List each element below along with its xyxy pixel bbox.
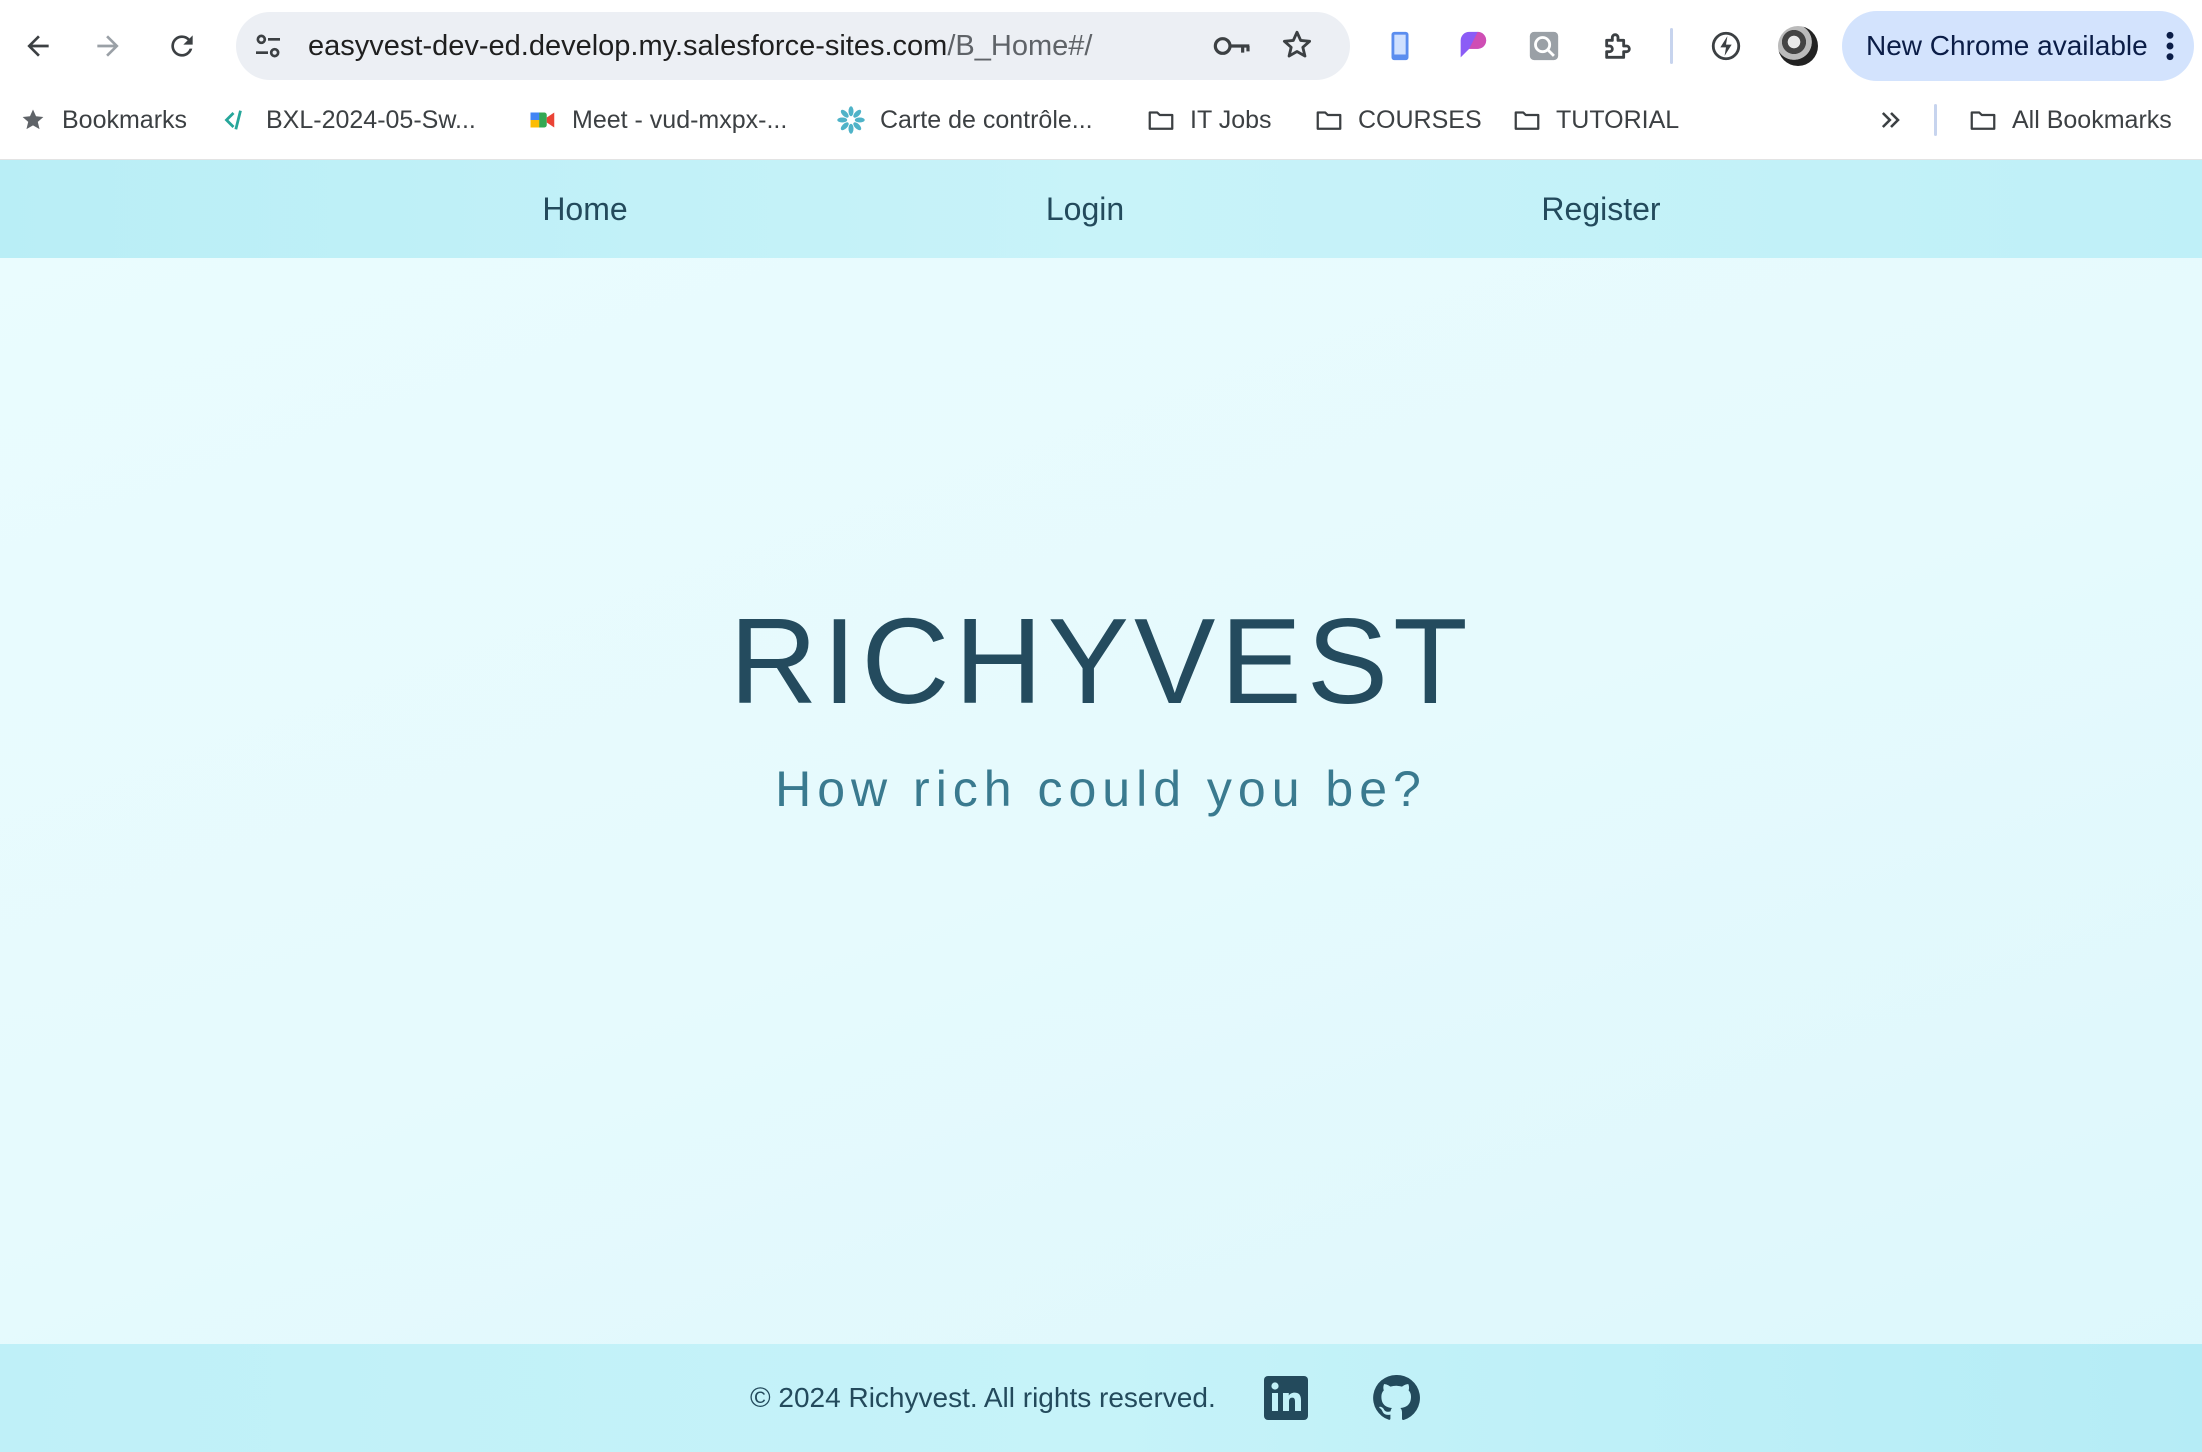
site-nav: Home Login Register <box>0 160 2202 258</box>
bookmark-label: IT Jobs <box>1190 105 1272 134</box>
puzzle-icon[interactable] <box>1596 24 1640 68</box>
bookmark-item-bookmarks[interactable]: Bookmarks <box>18 92 187 148</box>
profile-avatar[interactable] <box>1778 26 1818 66</box>
purple-extension-icon[interactable] <box>1450 24 1494 68</box>
page-content: Home Login Register RICHYVEST How rich c… <box>0 160 2202 1452</box>
hero-title: RICHYVEST <box>729 593 1473 729</box>
bookmark-label: TUTORIAL <box>1556 105 1680 134</box>
bookmark-label: BXL-2024-05-Sw... <box>266 105 476 134</box>
address-bar[interactable]: easyvest-dev-ed.develop.my.salesforce-si… <box>236 12 1350 80</box>
bookmark-label: COURSES <box>1358 105 1482 134</box>
back-button[interactable] <box>14 22 62 70</box>
footer-copyright: © 2024 Richyvest. All rights reserved. <box>750 1382 1216 1413</box>
chrome-update-button[interactable]: New Chrome available <box>1842 11 2194 81</box>
url-path: /B_Home#/ <box>947 30 1093 62</box>
folder-icon <box>1512 105 1542 135</box>
search-extension-icon[interactable] <box>1522 24 1566 68</box>
bookmarks-divider <box>1934 104 1937 136</box>
url-text[interactable]: easyvest-dev-ed.develop.my.salesforce-si… <box>308 12 1092 80</box>
bookmark-label: Bookmarks <box>62 105 188 134</box>
arrow-right-icon <box>97 35 119 57</box>
nav-link-register[interactable]: Register <box>1541 160 1660 258</box>
bookmarks-overflow-button[interactable] <box>1876 92 1920 148</box>
bookmark-folder-courses[interactable]: COURSES <box>1314 92 1482 148</box>
reload-icon <box>171 35 193 57</box>
nav-link-home[interactable]: Home <box>542 160 627 258</box>
hero-subtitle: How rich could you be? <box>775 761 1427 817</box>
github-icon[interactable] <box>1372 1374 1420 1422</box>
bookmark-item-bxl[interactable]: BXL-2024-05-Sw... <box>222 92 476 148</box>
folder-icon <box>1314 105 1344 135</box>
arrow-left-icon <box>27 35 49 57</box>
browser-toolbar: easyvest-dev-ed.develop.my.salesforce-si… <box>0 0 2202 92</box>
folder-icon <box>1146 105 1176 135</box>
site-footer: © 2024 Richyvest. All rights reserved. <box>0 1344 2202 1452</box>
bookmark-item-meet[interactable]: Meet - vud-mxpx-... <box>528 92 787 148</box>
tune-icon[interactable] <box>252 30 284 62</box>
url-host: easyvest-dev-ed.develop.my.salesforce-si… <box>308 30 948 62</box>
bookmark-label: Carte de contrôle... <box>880 105 1093 134</box>
kebab-menu-icon[interactable] <box>2164 30 2176 62</box>
bookmark-item-carte[interactable]: Carte de contrôle... <box>836 92 1093 148</box>
all-bookmarks-label: All Bookmarks <box>2012 105 2172 134</box>
chevron-double-right-icon <box>1876 105 1906 135</box>
toolbar-divider <box>1670 28 1673 64</box>
reload-button[interactable] <box>158 22 206 70</box>
code-icon <box>222 105 252 135</box>
star-icon <box>18 105 48 135</box>
bookmark-folder-tutorial[interactable]: TUTORIAL <box>1512 92 1679 148</box>
key-icon[interactable] <box>1212 30 1252 62</box>
phone-extension-icon[interactable] <box>1378 24 1422 68</box>
performance-icon[interactable] <box>1704 24 1748 68</box>
folder-icon <box>1968 105 1998 135</box>
forward-button[interactable] <box>84 22 132 70</box>
star-icon[interactable] <box>1280 28 1314 62</box>
meet-icon <box>528 105 558 135</box>
bookmark-folder-it-jobs[interactable]: IT Jobs <box>1146 92 1272 148</box>
all-bookmarks-button[interactable]: All Bookmarks <box>1968 92 2172 148</box>
linkedin-icon[interactable] <box>1262 1374 1310 1422</box>
chrome-update-label: New Chrome available <box>1866 30 2148 61</box>
bookmarks-bar: Bookmarks BXL-2024-05-Sw... Meet - vud-m… <box>0 92 2202 160</box>
nav-link-login[interactable]: Login <box>1046 160 1124 258</box>
flower-icon <box>836 105 866 135</box>
bookmark-label: Meet - vud-mxpx-... <box>572 105 788 134</box>
